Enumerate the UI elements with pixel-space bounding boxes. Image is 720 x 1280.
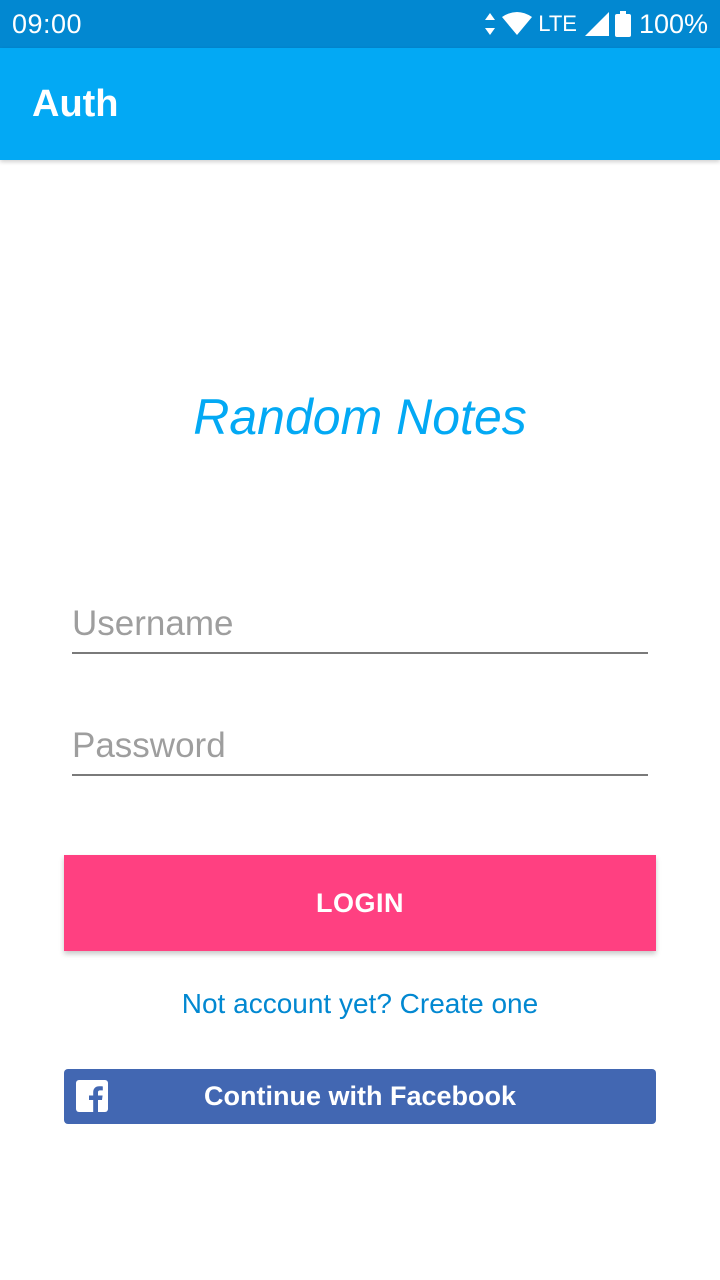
app-bar: Auth	[0, 48, 720, 160]
login-button[interactable]: LOGIN	[64, 855, 656, 951]
status-bar: 09:00 LTE 100%	[0, 0, 720, 48]
signal-icon	[584, 12, 609, 36]
status-time: 09:00	[12, 9, 83, 39]
wifi-icon	[502, 12, 533, 36]
username-input[interactable]	[72, 600, 648, 648]
login-button-label: LOGIN	[316, 887, 404, 918]
facebook-button-label: Continue with Facebook	[203, 1081, 516, 1111]
username-field	[72, 596, 648, 654]
battery-level: 100%	[638, 9, 708, 39]
battery-icon	[614, 11, 631, 37]
app-title: Auth	[32, 83, 119, 125]
network-type: LTE	[538, 11, 577, 36]
password-field	[72, 718, 648, 776]
password-input[interactable]	[72, 722, 648, 770]
create-account-link[interactable]: Not account yet? Create one	[0, 986, 720, 1022]
brand-title: Random Notes	[193, 389, 527, 445]
status-icons: LTE 100%	[484, 6, 708, 42]
facebook-login-button[interactable]: Continue with Facebook	[64, 1069, 656, 1124]
data-arrows-icon	[484, 13, 496, 35]
